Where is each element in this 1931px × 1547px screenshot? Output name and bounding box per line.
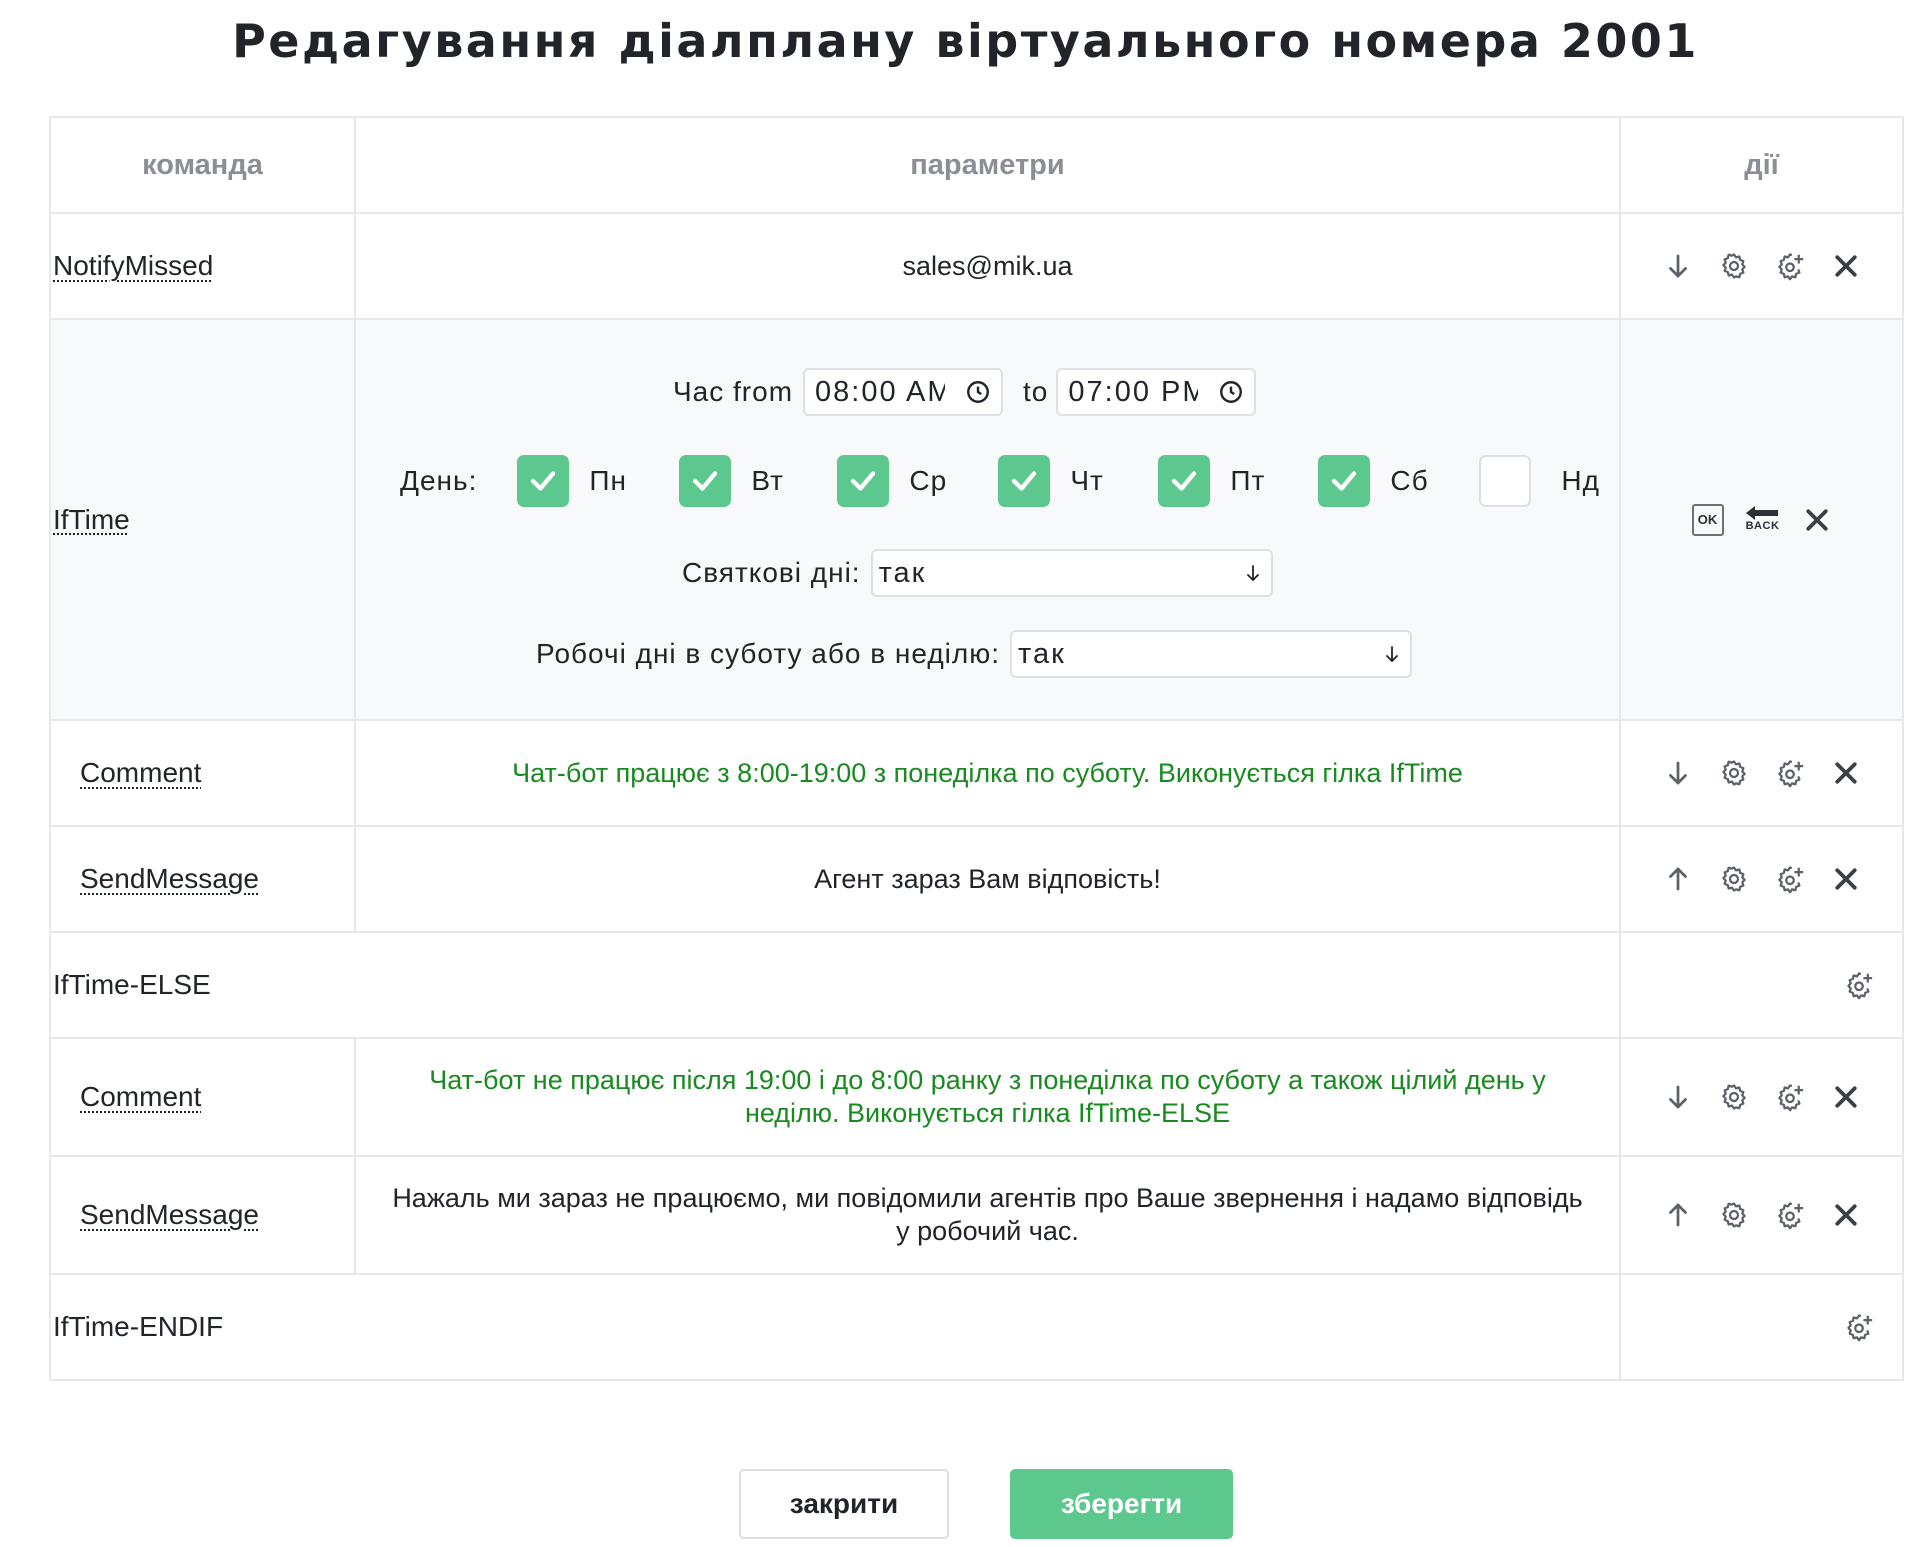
add-gear-icon[interactable]: [1844, 970, 1874, 1000]
day-tue: Вт: [679, 455, 837, 507]
day-wed: Ср: [837, 455, 998, 507]
time-range: Час from 08:00 AM to 07:00 PM: [673, 368, 1257, 416]
move-down-icon[interactable]: [1663, 251, 1693, 281]
add-gear-icon[interactable]: [1775, 758, 1805, 788]
checkbox-fri[interactable]: [1158, 455, 1211, 507]
command-link[interactable]: NotifyMissed: [51, 250, 213, 282]
gear-icon[interactable]: [1719, 251, 1749, 281]
weekend-workdays-select[interactable]: так: [1010, 630, 1412, 678]
row-actions: [1663, 864, 1861, 894]
save-button[interactable]: зберегти: [1010, 1469, 1233, 1539]
row-params: Чат-бот не працює після 19:00 і до 8:00 …: [429, 1065, 1546, 1128]
delete-icon[interactable]: [1831, 1082, 1861, 1112]
delete-icon[interactable]: [1831, 864, 1861, 894]
checkbox-tue[interactable]: [679, 455, 732, 507]
command-link[interactable]: SendMessage: [51, 863, 259, 895]
gear-icon[interactable]: [1719, 864, 1749, 894]
move-down-icon[interactable]: [1663, 758, 1693, 788]
row-params: Чат-бот працює з 8:00-19:00 з понеділка …: [512, 757, 1463, 788]
row-actions: [1663, 1082, 1861, 1112]
clock-icon: [1220, 381, 1243, 403]
back-icon[interactable]: BACK: [1745, 502, 1780, 538]
checkbox-sat[interactable]: [1318, 455, 1371, 507]
day-sat: Сб: [1318, 455, 1479, 507]
ok-icon[interactable]: OK: [1691, 503, 1724, 536]
time-from-input[interactable]: 08:00 AM: [803, 368, 1004, 416]
table-row-iftime: IfTime Час from 08:00 AM to 07:00 PM Ден…: [51, 320, 1902, 721]
row-params: Агент зараз Вам відповість!: [814, 863, 1161, 894]
day-fri: Пт: [1158, 455, 1318, 507]
gear-icon[interactable]: [1719, 1200, 1749, 1230]
delete-icon[interactable]: [1831, 758, 1861, 788]
row-actions: [1663, 251, 1861, 281]
add-gear-icon[interactable]: [1775, 251, 1805, 281]
gear-icon[interactable]: [1719, 1082, 1749, 1112]
days-label: День:: [400, 465, 478, 496]
table-row-else: IfTime-ELSE: [51, 933, 1902, 1039]
table-row: Comment Чат-бот працює з 8:00-19:00 з по…: [51, 721, 1902, 827]
table-row: SendMessage Нажаль ми зараз не працюємо,…: [51, 1157, 1902, 1275]
weekend-workdays-row: Робочі дні в суботу або в неділю: так: [536, 630, 1412, 678]
row-actions: [1663, 758, 1861, 788]
table-row: Comment Чат-бот не працює після 19:00 і …: [51, 1039, 1902, 1157]
add-gear-icon[interactable]: [1775, 1082, 1805, 1112]
dialplan-table: команда параметри дії NotifyMissed sales…: [49, 116, 1904, 1381]
day-sun: Нд: [1479, 455, 1600, 507]
arrow-down-icon: [1386, 646, 1398, 662]
command-link[interactable]: Comment: [51, 1081, 201, 1113]
row-actions: [1663, 1200, 1861, 1230]
iftime-form: Час from 08:00 AM to 07:00 PM День: Пн В…: [356, 320, 1621, 719]
page-title: Редагування діалплану віртуального номер…: [232, 14, 1699, 68]
row-params: Нажаль ми зараз не працюємо, ми повідоми…: [392, 1183, 1583, 1246]
days-row: День: Пн Вт Ср Чт Пт Сб Нд: [400, 455, 1600, 507]
holidays-row: Святкові дні: так: [682, 549, 1273, 597]
delete-icon[interactable]: [1831, 1200, 1861, 1230]
checkbox-wed[interactable]: [837, 455, 890, 507]
table-row-endif: IfTime-ENDIF: [51, 1275, 1902, 1381]
checkbox-sun[interactable]: [1479, 455, 1532, 507]
branch-label: IfTime-ENDIF: [53, 1311, 224, 1342]
checkbox-mon[interactable]: [517, 455, 570, 507]
move-up-icon[interactable]: [1663, 864, 1693, 894]
clock-icon: [967, 381, 989, 403]
add-gear-icon[interactable]: [1844, 1312, 1874, 1342]
close-button[interactable]: закрити: [739, 1469, 949, 1539]
move-up-icon[interactable]: [1663, 1200, 1693, 1230]
time-from-label: Час from: [673, 376, 794, 407]
arrow-down-icon: [1246, 565, 1259, 581]
column-header-params: параметри: [910, 148, 1065, 181]
table-header-row: команда параметри дії: [51, 116, 1902, 214]
holidays-label: Святкові дні:: [682, 557, 861, 588]
delete-icon[interactable]: [1831, 251, 1861, 281]
gear-icon[interactable]: [1719, 758, 1749, 788]
row-params: sales@mik.ua: [902, 250, 1073, 281]
table-row: NotifyMissed sales@mik.ua: [51, 214, 1902, 320]
row-actions: OK BACK: [1691, 502, 1832, 538]
command-link[interactable]: SendMessage: [51, 1199, 259, 1231]
command-link[interactable]: Comment: [51, 757, 201, 789]
branch-label: IfTime-ELSE: [53, 969, 211, 1000]
day-mon: Пн: [517, 455, 679, 507]
column-header-command: команда: [142, 148, 263, 181]
weekend-workdays-label: Робочі дні в суботу або в неділю:: [536, 638, 1000, 669]
add-gear-icon[interactable]: [1775, 864, 1805, 894]
delete-icon[interactable]: [1802, 505, 1832, 535]
command-link[interactable]: IfTime: [51, 504, 130, 536]
checkbox-thu[interactable]: [998, 455, 1051, 507]
move-down-icon[interactable]: [1663, 1082, 1693, 1112]
time-to-input[interactable]: 07:00 PM: [1056, 368, 1257, 416]
add-gear-icon[interactable]: [1775, 1200, 1805, 1230]
holidays-select[interactable]: так: [870, 549, 1273, 597]
table-row: SendMessage Агент зараз Вам відповість!: [51, 827, 1902, 933]
time-to-label: to: [1023, 376, 1049, 407]
column-header-actions: дії: [1744, 148, 1779, 181]
day-thu: Чт: [998, 455, 1158, 507]
